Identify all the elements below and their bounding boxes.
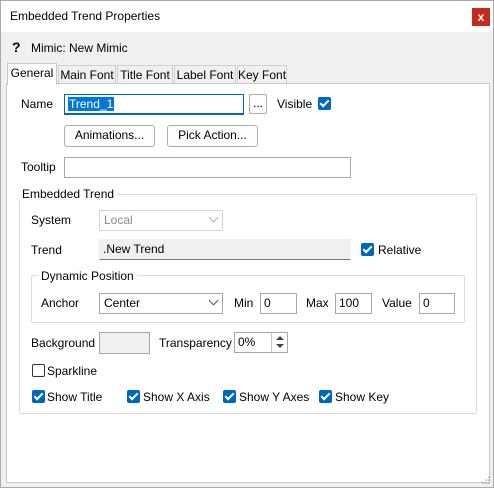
- pick-action-label: Pick Action...: [178, 128, 247, 142]
- visible-checkbox[interactable]: [318, 97, 331, 110]
- resize-grip-icon[interactable]: [481, 475, 491, 485]
- show-y-axes-checkbox[interactable]: [223, 390, 236, 403]
- show-x-axis-label: Show X Axis: [143, 390, 210, 404]
- name-value: Trend_1: [68, 97, 115, 111]
- close-icon: x: [477, 10, 485, 24]
- show-key-checkbox[interactable]: [319, 390, 332, 403]
- show-title-label: Show Title: [47, 390, 103, 404]
- tab-label: Key Font: [238, 68, 287, 82]
- help-icon[interactable]: ?: [12, 39, 21, 55]
- embedded-trend-group-label: Embedded Trend: [19, 187, 118, 201]
- tab-general[interactable]: General: [7, 63, 57, 85]
- transparency-label: Transparency: [159, 336, 232, 350]
- spin-down-icon[interactable]: [276, 344, 284, 348]
- chevron-down-icon: [208, 295, 219, 306]
- value-label: Value: [382, 296, 412, 310]
- tab-title-font[interactable]: Title Font: [117, 65, 173, 84]
- show-title-checkbox[interactable]: [32, 390, 45, 403]
- browse-button[interactable]: ...: [249, 94, 267, 114]
- min-value: 0: [264, 296, 271, 310]
- tab-label: Main Font: [60, 68, 114, 82]
- spin-up-icon[interactable]: [276, 336, 284, 340]
- system-select[interactable]: Local: [99, 210, 223, 231]
- value-input[interactable]: 0: [419, 293, 455, 314]
- background-color-button[interactable]: [99, 332, 150, 354]
- spin-buttons[interactable]: [271, 333, 287, 352]
- anchor-select[interactable]: Center: [99, 293, 223, 314]
- show-y-axes-label: Show Y Axes: [239, 390, 310, 404]
- max-input[interactable]: 100: [335, 293, 372, 314]
- background-label: Background: [31, 336, 96, 350]
- window-title: Embedded Trend Properties: [10, 9, 161, 23]
- trend-field[interactable]: .New Trend: [99, 239, 351, 260]
- animations-label: Animations...: [74, 128, 145, 142]
- system-value: Local: [104, 213, 133, 227]
- transparency-value: 0%: [238, 335, 256, 349]
- sparkline-label: Sparkline: [47, 364, 98, 378]
- close-button[interactable]: x: [472, 8, 490, 26]
- title-bar[interactable]: Embedded Trend Properties x: [1, 1, 493, 32]
- tab-label: General: [10, 66, 54, 80]
- show-key-label: Show Key: [335, 390, 390, 404]
- trend-value: .New Trend: [103, 242, 165, 256]
- tab-label: Title Font: [120, 68, 170, 82]
- max-label: Max: [306, 296, 329, 310]
- anchor-value: Center: [104, 296, 141, 310]
- tab-main-font[interactable]: Main Font: [58, 65, 116, 84]
- sparkline-checkbox[interactable]: [32, 364, 45, 377]
- browse-label: ...: [252, 96, 263, 110]
- general-panel: Name Trend_1 ... Visible Animations... P…: [6, 83, 490, 483]
- tooltip-label: Tooltip: [21, 160, 56, 174]
- transparency-stepper[interactable]: 0%: [234, 332, 288, 353]
- name-input[interactable]: Trend_1: [64, 94, 244, 115]
- anchor-label: Anchor: [41, 296, 80, 310]
- dynamic-position-group-label: Dynamic Position: [38, 269, 137, 283]
- animations-button[interactable]: Animations...: [64, 125, 155, 147]
- chevron-down-icon: [208, 212, 219, 223]
- min-label: Min: [234, 296, 254, 310]
- trend-label: Trend: [31, 243, 62, 257]
- mimic-name: Mimic: New Mimic: [31, 41, 128, 55]
- min-input[interactable]: 0: [260, 293, 297, 314]
- tooltip-input[interactable]: [64, 157, 351, 178]
- dialog-window: Embedded Trend Properties x ? Mimic: New…: [0, 0, 494, 488]
- visible-label: Visible: [277, 97, 313, 111]
- relative-label: Relative: [378, 243, 422, 257]
- show-x-axis-checkbox[interactable]: [127, 390, 140, 403]
- tab-label: Label Font: [176, 68, 234, 82]
- tab-label-font[interactable]: Label Font: [174, 65, 236, 84]
- max-value: 100: [339, 296, 360, 310]
- pick-action-button[interactable]: Pick Action...: [167, 125, 258, 147]
- name-label: Name: [21, 97, 54, 111]
- value-value: 0: [423, 296, 430, 310]
- relative-checkbox[interactable]: [361, 243, 374, 256]
- tab-key-font[interactable]: Key Font: [237, 65, 287, 84]
- system-label: System: [31, 213, 72, 227]
